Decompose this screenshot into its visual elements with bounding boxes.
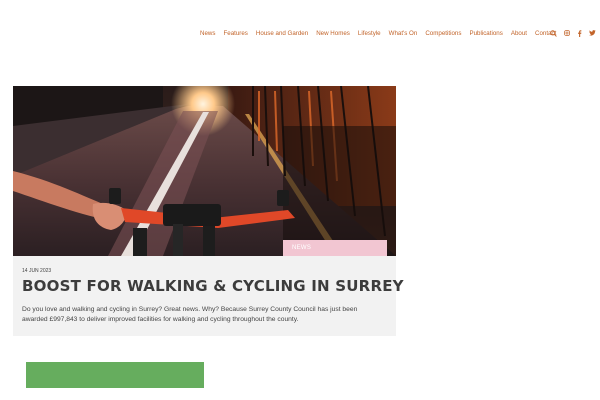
nav-item-about[interactable]: About [511, 30, 527, 37]
twitter-icon[interactable] [589, 29, 596, 37]
nav-item-whats-on[interactable]: What's On [389, 30, 418, 37]
nav-item-lifestyle[interactable]: Lifestyle [358, 30, 381, 37]
article-excerpt: Do you love and walking and cycling in S… [22, 306, 358, 323]
nav-item-publications[interactable]: Publications [469, 30, 502, 37]
nav-item-competitions[interactable]: Competitions [425, 30, 461, 37]
article-hero-image[interactable] [13, 86, 396, 256]
header-icons [550, 29, 596, 37]
article-date: 14 JUN 2023 [22, 268, 52, 274]
nav-item-house-and-garden[interactable]: House and Garden [256, 30, 308, 37]
nav-item-features[interactable]: Features [223, 30, 247, 37]
main-navigation: News Features House and Garden New Homes… [200, 30, 564, 37]
promo-banner[interactable] [26, 362, 204, 388]
instagram-icon[interactable] [563, 29, 570, 37]
nav-item-news[interactable]: News [200, 30, 215, 37]
article-card[interactable]: 14 JUN 2023 BOOST FOR WALKING & CYCLING … [13, 256, 404, 336]
category-badge[interactable]: NEWS [283, 240, 387, 256]
nav-item-new-homes[interactable]: New Homes [316, 30, 350, 37]
article-title[interactable]: BOOST FOR WALKING & CYCLING IN SURREY [22, 277, 404, 295]
facebook-icon[interactable] [576, 29, 583, 37]
search-icon[interactable] [550, 29, 557, 37]
site-logo[interactable] [20, 26, 90, 32]
